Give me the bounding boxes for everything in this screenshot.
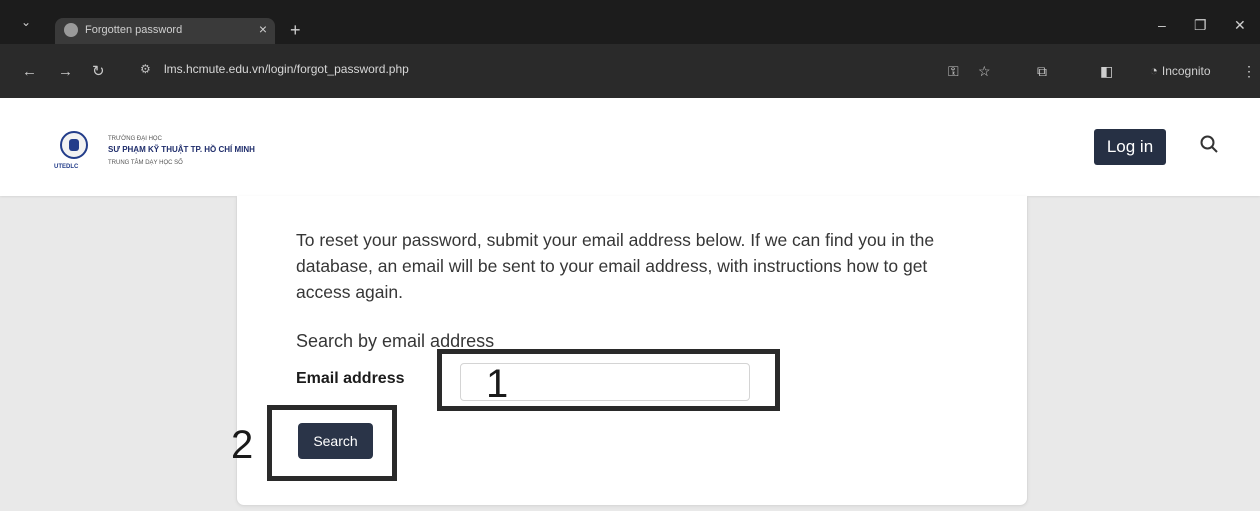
annotation-number-2: 2	[231, 423, 254, 467]
annotation-box-2	[267, 405, 397, 481]
extensions-icon[interactable]: ⧉	[1037, 64, 1047, 78]
search-icon[interactable]	[1200, 135, 1218, 153]
password-key-icon[interactable]: ⚿	[948, 64, 959, 78]
incognito-label: Incognito	[1161, 64, 1211, 78]
logo-caption: UTEDLC	[54, 164, 79, 170]
close-window-icon[interactable]: ✕	[1234, 17, 1246, 34]
annotation-number-1: 1	[486, 362, 509, 406]
bookmark-star-icon[interactable]: ☆	[978, 64, 991, 78]
logo-line-1: TRƯỜNG ĐẠI HỌC	[108, 136, 162, 142]
tab-title: Forgotten password	[85, 24, 183, 36]
reset-instructions: To reset your password, submit your emai…	[296, 230, 935, 302]
side-panel-icon[interactable]: ◧	[1100, 64, 1113, 78]
reload-icon[interactable]: ↻	[92, 64, 105, 79]
browser-tab[interactable]: Forgotten password ×	[55, 18, 275, 44]
new-tab-button[interactable]: +	[290, 21, 301, 39]
forward-icon[interactable]: →	[58, 64, 73, 79]
incognito-indicator[interactable]: ◔ Incognito	[1150, 63, 1211, 78]
site-info-icon[interactable]: ⚙	[140, 62, 151, 76]
restore-icon[interactable]: ❐	[1194, 17, 1207, 34]
logo-line-2: SƯ PHẠM KỸ THUẬT TP. HỒ CHÍ MINH	[108, 145, 255, 154]
browser-toolbar: ← → ↻ ⚙ lms.hcmute.edu.vn/login/forgot_p…	[0, 44, 1260, 98]
address-bar[interactable]: ⚙ lms.hcmute.edu.vn/login/forgot_passwor…	[140, 53, 1000, 87]
logo-line-3: TRUNG TÂM DẠY HỌC SỐ	[108, 160, 183, 166]
site-header: UTEDLC TRƯỜNG ĐẠI HỌC SƯ PHẠM KỸ THUẬT T…	[0, 98, 1260, 196]
email-field-label: Email address	[296, 370, 405, 387]
browser-tab-bar: ⌄ Forgotten password × + – ❐ ✕	[0, 0, 1260, 44]
tab-search-chevron-icon[interactable]: ⌄	[21, 15, 31, 29]
tab-close-icon[interactable]: ×	[259, 21, 267, 37]
incognito-icon: ◔	[1150, 63, 1158, 78]
minimize-icon[interactable]: –	[1158, 17, 1166, 33]
university-logo-icon[interactable]	[60, 131, 88, 159]
url-text[interactable]: lms.hcmute.edu.vn/login/forgot_password.…	[164, 62, 409, 76]
login-button[interactable]: Log in	[1094, 129, 1166, 165]
back-icon[interactable]: ←	[22, 64, 37, 79]
browser-menu-icon[interactable]: ⋮	[1242, 64, 1256, 78]
site-favicon-icon	[64, 23, 78, 37]
